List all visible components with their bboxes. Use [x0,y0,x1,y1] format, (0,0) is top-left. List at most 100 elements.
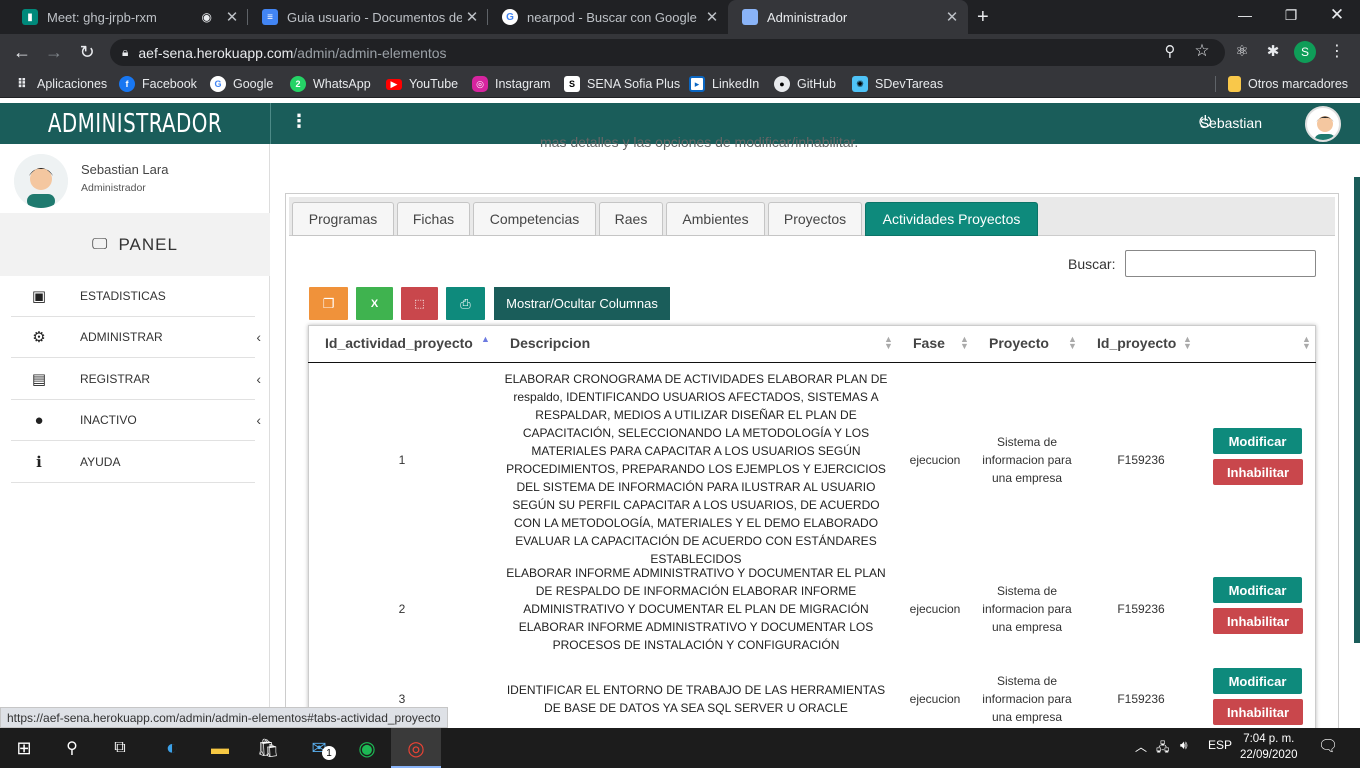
notifications-icon[interactable]: 🗨︎ [1318,736,1338,756]
sidebar-item-inactivo[interactable]: ● INACTIVO ‹ [11,400,261,441]
column-header-descripcion[interactable]: Descripcion [510,335,590,351]
close-tab-icon[interactable]: ✕ [702,8,722,26]
disable-button[interactable]: Inhabilitar [1213,459,1303,485]
column-header-id-actividad[interactable]: Id_actividad_proyecto [325,335,473,351]
task-view-icon[interactable]: ⧉ [106,734,134,762]
taskbar-clock[interactable]: 7:04 p. m. 22/09/2020 [1240,731,1298,763]
close-tab-icon[interactable]: ✕ [942,8,962,26]
language-indicator[interactable]: ESP [1208,738,1232,752]
bookmark-google[interactable]: G Google [210,73,273,95]
sort-asc-icon[interactable]: ▲ [481,335,490,344]
store-icon[interactable]: 🛍︎ [254,734,282,762]
tab-fichas[interactable]: Fichas [397,202,470,236]
chrome-menu-icon[interactable]: ⋮ [1326,40,1348,62]
spotify-icon[interactable]: ◉ [353,734,381,762]
search-icon[interactable]: ⚲ [58,734,86,762]
sort-both-icon[interactable]: ▲ ▼ [1302,335,1311,351]
tab-competencias[interactable]: Competencias [473,202,596,236]
forward-icon[interactable]: → [43,41,65,63]
tab-raes[interactable]: Raes [599,202,663,236]
close-tab-icon[interactable]: ✕ [462,8,482,26]
tab-title: Administrador [767,9,848,25]
bookmark-apps[interactable]: ⠿ Aplicaciones [14,73,107,95]
copy-icon: ❐ [322,295,335,311]
chevron-left-icon: ‹ [256,412,261,428]
brand-title[interactable]: ADMINISTRADOR [20,103,250,144]
profile-avatar[interactable]: S [1294,41,1316,63]
close-tab-icon[interactable]: ✕ [222,8,242,26]
sidebar-item-label: REGISTRAR [80,372,151,386]
modify-button[interactable]: Modificar [1213,668,1302,694]
bookmark-other[interactable]: Otros marcadores [1228,73,1348,95]
sidebar-item-administrar[interactable]: ⚙ ADMINISTRAR ‹ [11,317,261,358]
extensions-icon[interactable]: ✱ [1262,40,1284,62]
toggle-columns-button[interactable]: Mostrar/Ocultar Columnas [494,287,670,320]
sidebar-item-registrar[interactable]: ▤ REGISTRAR ‹ [11,359,261,400]
tab-actividades-proyectos[interactable]: Actividades Proyectos [865,202,1038,236]
tab-programas[interactable]: Programas [292,202,394,236]
react-devtools-icon[interactable]: ⚛ [1231,40,1253,62]
reload-icon[interactable]: ↻ [76,41,98,63]
zoom-icon[interactable]: ⚲ [1159,40,1181,62]
bookmark-whatsapp[interactable]: 2 WhatsApp [290,73,371,95]
bookmark-label: Google [233,77,274,91]
tab-ambientes[interactable]: Ambientes [666,202,765,236]
network-icon[interactable]: 🖧︎ [1156,738,1169,759]
excel-button[interactable]: X [356,287,393,320]
column-header-proyecto[interactable]: Proyecto [989,335,1049,351]
bookmark-linkedin[interactable]: ▸ LinkedIn [689,73,759,95]
pdf-icon: ⬚ [414,298,425,310]
cell-proyecto: Sistema de informacion para una empresa [982,674,1072,724]
new-tab-icon[interactable]: + [977,6,989,29]
sort-both-icon[interactable]: ▲ ▼ [884,335,893,351]
file-explorer-icon[interactable]: ▬ [206,734,234,762]
minimize-icon[interactable]: — [1222,0,1268,30]
bookmark-sena[interactable]: S SENA Sofia Plus [564,73,680,95]
edge-icon[interactable]: ◐ [158,734,186,762]
restore-icon[interactable]: ❐ [1268,0,1314,30]
pdf-button[interactable]: ⬚ [401,287,438,320]
modify-button[interactable]: Modificar [1213,428,1302,454]
avatar[interactable] [1305,106,1341,142]
user-avatar-icon [14,154,68,208]
header-username[interactable]: Sebastian [1200,115,1262,131]
print-button[interactable]: ⎙ [446,287,485,320]
google-icon: G [210,76,226,92]
star-icon[interactable]: ☆ [1191,40,1213,62]
back-icon[interactable]: ← [11,41,33,63]
browser-tab-admin[interactable]: Administrador ✕ [728,0,968,34]
column-header-fase[interactable]: Fase [913,335,945,351]
modify-button[interactable]: Modificar [1213,577,1302,603]
id-card-icon: ▤ [31,371,47,388]
sidebar-toggle-icon[interactable]: ⋮ [290,111,308,132]
bookmark-sdevtareas[interactable]: ✺ SDevTareas [852,73,943,95]
close-window-icon[interactable]: ✕ [1314,0,1360,30]
sidebar-item-ayuda[interactable]: ℹ AYUDA [11,442,255,483]
page-scrollbar[interactable] [1354,177,1360,643]
whatsapp-icon: 2 [290,76,306,92]
volume-icon[interactable]: 🔊︎ [1180,738,1188,753]
url-bar[interactable]: 🔒︎ aef-sena.herokuapp.com/admin/admin-el… [110,39,1225,66]
column-header-id-proyecto[interactable]: Id_proyecto [1097,335,1176,351]
bookmark-instagram[interactable]: ◎ Instagram [472,73,551,95]
disable-button[interactable]: Inhabilitar [1213,699,1303,725]
browser-tab-meet[interactable]: ▮ Meet: ghg-jrpb-rxm ◉ ✕ [8,0,248,34]
search-input[interactable] [1125,250,1316,277]
sort-both-icon[interactable]: ▲ ▼ [1068,335,1077,351]
sidebar-item-estadisticas[interactable]: ▣ ESTADISTICAS [11,276,255,317]
sort-both-icon[interactable]: ▲ ▼ [960,335,969,351]
disable-button[interactable]: Inhabilitar [1213,608,1303,634]
bookmark-facebook[interactable]: f Facebook [119,73,197,95]
bookmark-youtube[interactable]: ▶ YouTube [386,73,458,95]
browser-tab-google[interactable]: G nearpod - Buscar con Google ✕ [488,0,728,34]
tab-proyectos[interactable]: Proyectos [768,202,862,236]
chrome-taskbar-icon[interactable]: ◎ [391,728,441,768]
tray-chevron-icon[interactable]: ︿ [1135,738,1147,755]
windows-start-icon[interactable]: ⊞ [10,734,38,762]
bookmark-label: Otros marcadores [1248,77,1349,91]
copy-button[interactable]: ❐ [309,287,348,320]
bookmark-github[interactable]: ● GitHub [774,73,836,95]
browser-tab-docs[interactable]: ≡ Guia usuario - Documentos de G ✕ [248,0,488,34]
sort-both-icon[interactable]: ▲ ▼ [1183,335,1192,351]
panel-heading[interactable]: 🖵︎ PANEL [0,213,270,276]
